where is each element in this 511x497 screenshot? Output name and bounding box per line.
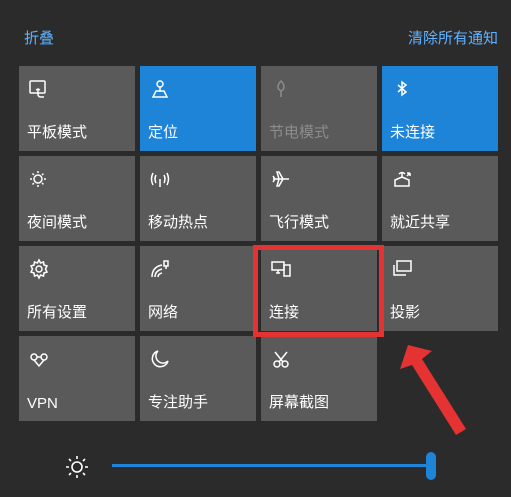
tile-label: VPN [27,395,58,412]
brightness-slider-track[interactable] [112,464,430,467]
bluetooth-icon [391,78,413,100]
mobile-hotspot-icon [149,168,171,190]
tile-label: 移动热点 [148,214,209,231]
tile-project[interactable]: 投影 [382,246,498,331]
tile-airplane-mode[interactable]: 飞行模式 [261,156,377,241]
tile-label: 夜间模式 [27,214,88,231]
connect-icon [270,258,292,280]
tile-bluetooth[interactable]: 未连接 [382,66,498,151]
night-light-icon [28,168,50,190]
nearby-share-icon [391,168,413,190]
airplane-icon [270,168,292,190]
collapse-link[interactable]: 折叠 [24,27,54,48]
tile-night-light[interactable]: 夜间模式 [19,156,135,241]
tile-label: 投影 [390,304,421,321]
tile-network[interactable]: 网络 [140,246,256,331]
tile-label: 屏幕截图 [269,394,330,411]
tile-vpn[interactable]: VPN [19,336,135,421]
brightness-sun-icon [63,453,91,481]
action-center-header: 折叠 清除所有通知 [0,0,511,62]
screen-snip-icon [270,348,292,370]
tile-mobile-hotspot[interactable]: 移动热点 [140,156,256,241]
tile-battery-saver[interactable]: 节电模式 [261,66,377,151]
clear-all-notifications-link[interactable]: 清除所有通知 [408,27,498,48]
tablet-mode-icon [28,78,50,100]
tile-label: 连接 [269,304,300,321]
tile-label: 飞行模式 [269,214,330,231]
tile-label: 就近共享 [390,214,451,231]
tile-all-settings[interactable]: 所有设置 [19,246,135,331]
network-icon [149,258,171,280]
tile-connect[interactable]: 连接 [261,246,377,331]
tile-label: 专注助手 [148,394,209,411]
vpn-icon [28,348,50,370]
tile-label: 网络 [148,304,179,321]
tile-focus-assist[interactable]: 专注助手 [140,336,256,421]
brightness-control [0,440,511,497]
tile-location[interactable]: 定位 [140,66,256,151]
battery-saver-icon [270,78,292,100]
tile-label: 未连接 [390,124,436,141]
tile-label: 定位 [148,124,179,141]
brightness-slider-thumb[interactable] [426,452,436,480]
tile-label: 平板模式 [27,124,88,141]
settings-gear-icon [28,258,50,280]
quick-actions-grid: 平板模式 定位 节电模式 未连接 夜间模式 移动热点 飞行模式 就近共享 所有设… [19,66,498,421]
focus-assist-moon-icon [149,348,171,370]
project-icon [391,258,413,280]
tile-label: 节电模式 [269,124,330,141]
location-icon [149,78,171,100]
tile-tablet-mode[interactable]: 平板模式 [19,66,135,151]
tile-nearby-share[interactable]: 就近共享 [382,156,498,241]
tile-label: 所有设置 [27,304,88,321]
tile-screen-snip[interactable]: 屏幕截图 [261,336,377,421]
